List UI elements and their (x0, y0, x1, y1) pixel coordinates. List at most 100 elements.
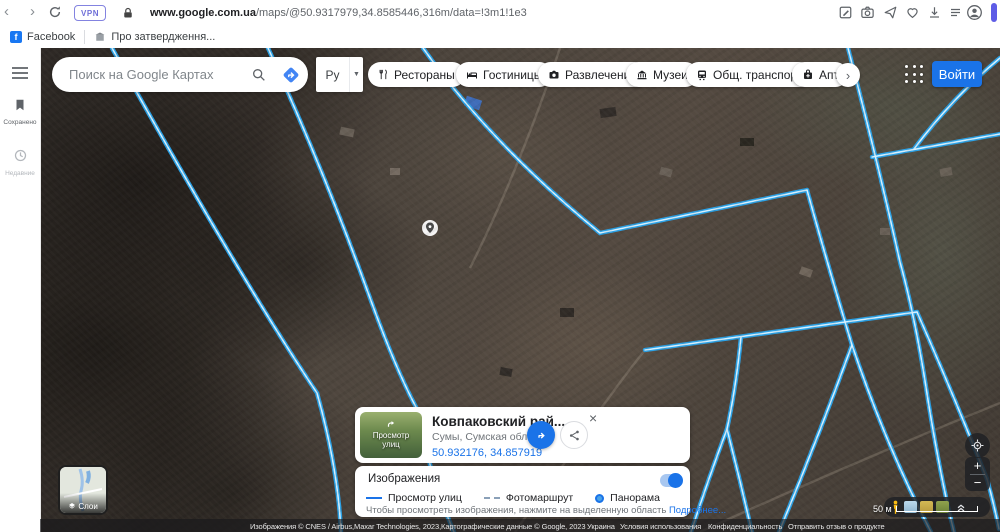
download-icon (927, 5, 942, 20)
caret-down-icon: ▼ (349, 57, 363, 92)
card-close-button[interactable]: × (587, 409, 599, 427)
chip-label: Рестораны (394, 68, 455, 82)
attraction-icon (548, 69, 560, 81)
favorite-button[interactable] (905, 5, 920, 20)
forward-icon: › (30, 4, 35, 19)
card-share-button[interactable] (560, 421, 588, 449)
card-directions-button[interactable] (527, 421, 555, 449)
hamburger-icon (11, 66, 29, 80)
search-icon (251, 67, 267, 83)
address-bar[interactable]: www.google.com.ua/maps/@50.9317979,34.85… (150, 7, 527, 19)
museum-icon (636, 69, 648, 81)
feedback-link[interactable]: Отправить отзыв о продукте (788, 522, 885, 531)
zoom-control: + − (965, 457, 990, 491)
legend-photopath-label: Фотомаршрут (506, 492, 573, 504)
url-path: /maps/@50.9317979,34.8585446,316m/data=!… (256, 7, 527, 19)
streetview-thumbnail[interactable]: Просмотр улиц (360, 412, 422, 458)
send-button[interactable] (883, 5, 898, 20)
learn-more-link[interactable]: Подробнее... (669, 505, 726, 516)
layers-icon (68, 502, 76, 510)
legend-panorama-label: Панорама (610, 492, 660, 504)
streetview-arrow-icon (387, 420, 396, 429)
search-button[interactable] (244, 57, 274, 92)
directions-icon (281, 65, 301, 85)
scale-rule (896, 506, 978, 512)
input-language-selector[interactable]: Ру ▼ (316, 57, 363, 92)
clock-icon (13, 148, 28, 163)
zoom-out-button[interactable]: − (965, 475, 990, 492)
extension-pill (991, 3, 997, 22)
imagery-panel: Изображения Просмотр улиц Фотомаршрут Па… (355, 466, 690, 517)
place-coordinates-link[interactable]: 50.932176, 34.857919 (432, 447, 542, 459)
download-button[interactable] (927, 5, 942, 20)
toggle-knob (668, 473, 683, 488)
url-host: www.google.com.ua (150, 7, 256, 19)
terms-link[interactable]: Условия использования (620, 522, 701, 531)
attribution-text: Изображения © CNES / Airbus,Maxar Techno… (250, 522, 585, 531)
reload-button[interactable] (48, 5, 62, 19)
chip-label: Музеи (653, 68, 688, 82)
forward-button[interactable]: › (30, 4, 35, 19)
bookmark-icon (13, 98, 27, 112)
chip-restaurants[interactable]: Рестораны (368, 62, 465, 87)
edit-icon (838, 5, 853, 20)
photopath-line-swatch (484, 497, 500, 499)
chip-label: Общ. транспорт (713, 68, 802, 82)
camera-button[interactable] (860, 5, 875, 20)
language-code: Ру (316, 68, 349, 82)
directions-icon (534, 428, 549, 443)
streetview-line-swatch (366, 497, 382, 499)
profile-button[interactable] (966, 4, 983, 21)
locate-icon (971, 439, 984, 452)
avatar-icon (966, 4, 983, 21)
main-menu-button[interactable] (10, 66, 30, 80)
privacy-link[interactable]: Конфиденциальность (708, 522, 782, 531)
recent-label: Недавние (0, 170, 40, 177)
facebook-favicon: f (10, 31, 22, 43)
bus-icon (696, 69, 708, 81)
sign-in-button[interactable]: Войти (932, 61, 982, 87)
bookmarks-bar: f Facebook Про затвердження... (0, 26, 1000, 49)
map-marker[interactable] (422, 220, 438, 236)
search-bar (52, 57, 308, 92)
layers-label-row: Слои (60, 502, 106, 511)
place-info-card: Просмотр улиц Ковпаковский рай... Сумы, … (355, 407, 690, 463)
imagery-toggle[interactable] (660, 474, 682, 487)
chips-scroll-right-button[interactable]: › (836, 63, 860, 87)
map-scale: 50 м (873, 504, 978, 514)
zoom-in-button[interactable]: + (965, 457, 990, 474)
vpn-badge[interactable]: VPN (74, 5, 106, 21)
streetview-thumb-label: Просмотр улиц (373, 431, 410, 450)
document-favicon (94, 31, 106, 43)
map-status-bar: Изображения © CNES / Airbus,Maxar Techno… (40, 519, 1000, 532)
bookmark-document[interactable]: Про затвердження... (111, 31, 215, 43)
panorama-dot-swatch (595, 494, 604, 503)
maps-side-rail: Сохранено Недавние (0, 48, 41, 532)
saved-label: Сохранено (0, 119, 40, 126)
layers-label: Слои (78, 502, 97, 511)
bookmark-facebook[interactable]: Facebook (27, 31, 75, 43)
layers-control[interactable]: Слои (58, 465, 108, 515)
share-icon (568, 429, 581, 442)
imagery-caption-text: Чтобы просмотреть изображения, нажмите н… (366, 505, 666, 516)
send-icon (883, 5, 898, 20)
back-icon: ‹ (4, 4, 9, 19)
pharmacy-icon (802, 69, 814, 81)
imagery-title: Изображения (368, 473, 440, 485)
bookmark-separator (84, 30, 85, 44)
directions-button[interactable] (274, 57, 308, 92)
screen: ‹ › VPN www.google.com.ua/maps/@50.93179… (0, 0, 1000, 532)
sidebar-item-recent[interactable]: Недавние (0, 148, 40, 177)
back-button[interactable]: ‹ (4, 4, 9, 19)
hotel-icon (466, 69, 478, 81)
chevron-right-icon: › (846, 68, 850, 83)
country-label[interactable]: Украина (587, 522, 615, 531)
edit-button[interactable] (838, 5, 853, 20)
my-location-button[interactable] (965, 433, 990, 458)
heart-icon (905, 5, 920, 20)
reading-list-button[interactable] (948, 5, 963, 20)
reload-icon (48, 5, 62, 19)
sidebar-item-saved[interactable]: Сохранено (0, 98, 40, 126)
search-input[interactable] (67, 66, 244, 83)
google-apps-button[interactable] (905, 65, 925, 85)
